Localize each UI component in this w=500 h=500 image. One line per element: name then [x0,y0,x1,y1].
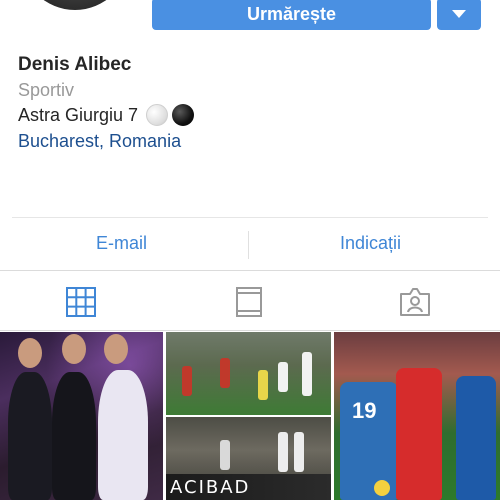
profile-name: Denis Alibec [18,54,132,75]
photo-ad-board: ACIBAD [166,474,332,500]
photo-person-head [104,334,128,364]
photo-person [8,372,52,500]
photo-player [302,352,313,396]
profile-bio: Astra Giurgiu 7 [18,104,195,126]
photo-thumbnail[interactable]: ACIBAD [166,332,332,500]
photo-grid: ACIBAD 19 [0,332,500,500]
follow-button[interactable]: Urmărește [152,0,431,30]
photo-player [294,432,305,472]
profile-location[interactable]: Bucharest, Romania [18,131,181,152]
photo-player [182,366,193,396]
photo-person-head [18,338,42,368]
photo-person [52,372,96,500]
black-circle-emoji-icon [172,104,195,126]
photo-ball [374,480,391,496]
white-circle-emoji-icon [146,104,169,126]
photo-player [258,370,269,400]
photo-player [220,440,231,470]
feed-icon [236,287,262,317]
tab-tagged[interactable] [398,285,432,319]
photo-player [278,362,289,392]
photo-player [396,368,443,500]
email-button[interactable]: E-mail [96,233,147,254]
jersey-number: 19 [352,398,377,423]
profile-tab-bar [0,271,500,329]
suggestions-dropdown-button[interactable] [437,0,481,30]
photo-thumbnail[interactable] [0,332,164,500]
profile-avatar[interactable] [21,0,129,10]
contact-separator [248,231,249,259]
caret-down-icon [452,10,466,18]
directions-button[interactable]: Indicații [340,233,401,254]
photo-person [98,370,148,500]
photo-player [220,358,231,388]
contact-row: E-mail Indicații [0,218,500,270]
divider [0,330,500,331]
photo-thumbnail[interactable]: 19 [334,332,500,500]
bio-text: Astra Giurgiu 7 [18,104,139,125]
profile-category: Sportiv [18,80,75,100]
grid-icon [66,287,96,317]
tab-grid[interactable] [64,285,98,319]
tagged-icon [400,288,430,316]
photo-player [456,376,497,500]
photo-player [278,432,289,472]
photo-person-head [62,334,86,364]
tab-feed[interactable] [232,285,266,319]
